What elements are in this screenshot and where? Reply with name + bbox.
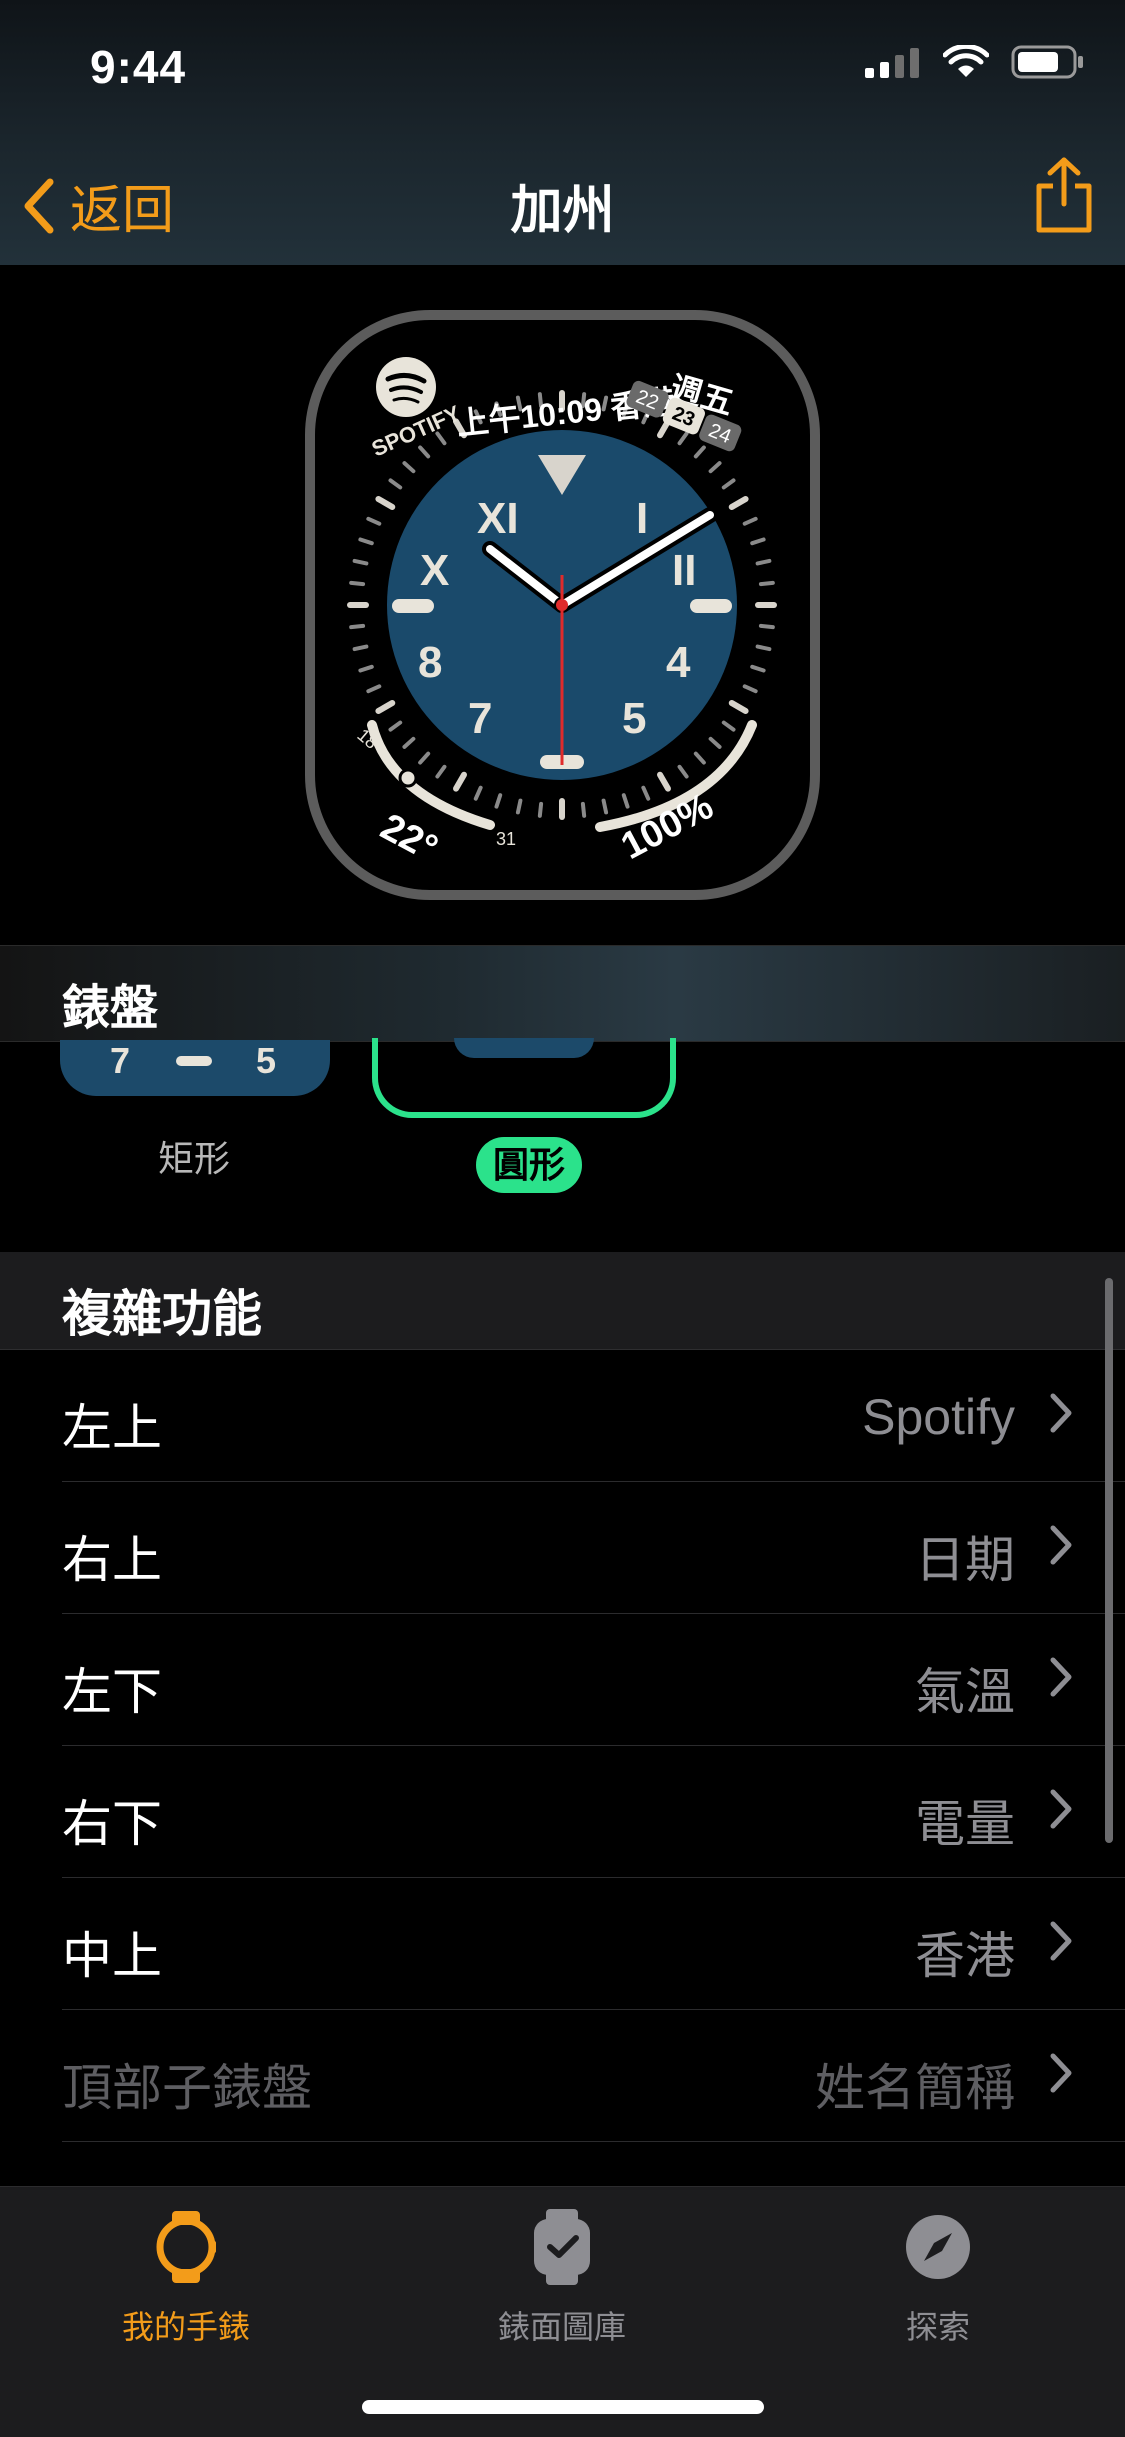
watch-icon — [156, 2211, 216, 2283]
numeral-8: 8 — [418, 638, 442, 687]
row-name: 左上 — [62, 1400, 162, 1456]
complications-title: 複雜功能 — [62, 1286, 262, 1342]
wifi-icon — [943, 45, 989, 77]
row-value: 姓名簡稱 — [815, 2060, 1015, 2116]
numeral-ii: II — [672, 546, 696, 595]
numeral-x: X — [420, 546, 449, 595]
tab-face-gallery[interactable]: 錶面圖庫 — [412, 2207, 712, 2348]
bezel-tick — [758, 623, 775, 630]
chevron-right-icon — [1050, 1525, 1072, 1565]
share-button[interactable] — [1033, 156, 1095, 241]
status-time: 9:44 — [90, 41, 187, 93]
chevron-right-icon — [1050, 1393, 1072, 1433]
numeral-xi: XI — [477, 494, 519, 543]
row-value: 日期 — [915, 1532, 1015, 1588]
complication-row-bottom-left[interactable]: 左下 氣溫 — [62, 1614, 1125, 1746]
chevron-right-icon — [1050, 2053, 1072, 2093]
rect-marker — [176, 1056, 212, 1066]
dial-section-title: 錶盤 — [62, 982, 159, 1035]
complication-row-top-subdial[interactable]: 頂部子錶盤 姓名簡稱 — [62, 2010, 1125, 2142]
tab-my-watch[interactable]: 我的手錶 — [36, 2207, 336, 2348]
numeral-7: 7 — [468, 694, 492, 743]
rect-numeral-7: 7 — [110, 1040, 131, 1081]
signal-icon — [865, 48, 919, 78]
battery-icon — [1011, 45, 1083, 79]
row-value: 電量 — [915, 1796, 1015, 1852]
style-option-round-label: 圓形 — [476, 1137, 582, 1193]
chevron-right-icon — [1050, 1921, 1072, 1961]
style-option-rectangle-label: 矩形 — [158, 1138, 231, 1179]
bezel-tick — [349, 623, 366, 630]
navigation-bar: 返回 加州 — [0, 150, 1125, 250]
row-name: 頂部子錶盤 — [62, 2060, 312, 2116]
row-name: 右下 — [62, 1796, 162, 1852]
page-title: 加州 — [510, 182, 615, 240]
numeral-5: 5 — [622, 694, 646, 743]
bezel-tick — [515, 798, 523, 815]
bezel-tick — [352, 558, 369, 566]
row-value: Spotify — [862, 1389, 1015, 1445]
watch-face-image: SPOTIFY 上午10:09 香港 週五 22 23 24 XI I X II… — [305, 310, 820, 900]
complications-header: 複雜功能 — [0, 1252, 1125, 1350]
chevron-right-icon — [1050, 1657, 1072, 1697]
watch-preview: SPOTIFY 上午10:09 香港 週五 22 23 24 XI I X II… — [0, 265, 1125, 945]
complication-row-top-right[interactable]: 右上 日期 — [62, 1482, 1125, 1614]
complication-row-top-left[interactable]: 左上 Spotify — [62, 1350, 1125, 1482]
round-dial-peek — [454, 1038, 594, 1058]
home-indicator — [362, 2400, 764, 2414]
numeral-i: I — [636, 494, 648, 543]
row-name: 右上 — [62, 1532, 162, 1588]
row-value: 香港 — [915, 1928, 1015, 1984]
row-value: 氣溫 — [915, 1664, 1015, 1720]
chevron-right-icon — [1050, 1789, 1072, 1829]
complication-row-bottom-right[interactable]: 右下 電量 — [62, 1746, 1125, 1878]
row-name: 中上 — [62, 1928, 162, 1984]
tab-discover-label: 探索 — [905, 2309, 970, 2345]
bezel-tick — [755, 644, 772, 652]
tab-discover[interactable]: 探索 — [788, 2207, 1088, 2348]
bezel-tick — [755, 558, 772, 566]
bezel-tick — [349, 580, 366, 587]
tab-my-watch-label: 我的手錶 — [121, 2309, 250, 2345]
dial-section-header: 錶盤 — [0, 945, 1125, 1042]
share-icon — [1036, 157, 1092, 233]
style-option-round[interactable] — [372, 1038, 676, 1118]
tab-face-gallery-label: 錶面圖庫 — [497, 2309, 626, 2345]
rect-numeral-5: 5 — [256, 1040, 277, 1081]
bezel-tick — [601, 798, 609, 815]
numeral-4: 4 — [666, 638, 691, 687]
status-bar: 9:44 — [0, 0, 1125, 130]
face-gallery-icon — [534, 2209, 590, 2285]
scroll-indicator[interactable] — [1105, 1278, 1113, 1843]
style-option-rectangle[interactable]: 7 5 — [60, 1040, 330, 1096]
row-name: 左下 — [62, 1664, 162, 1720]
compass-icon — [906, 2215, 970, 2279]
bezel-tick — [758, 580, 775, 587]
status-icons — [865, 44, 1085, 80]
bezel-tick — [580, 801, 587, 818]
temp-high: 31 — [496, 829, 516, 849]
bezel-tick — [352, 644, 369, 652]
bezel-tick — [537, 801, 544, 818]
complication-row-top-center[interactable]: 中上 香港 — [62, 1878, 1125, 2010]
